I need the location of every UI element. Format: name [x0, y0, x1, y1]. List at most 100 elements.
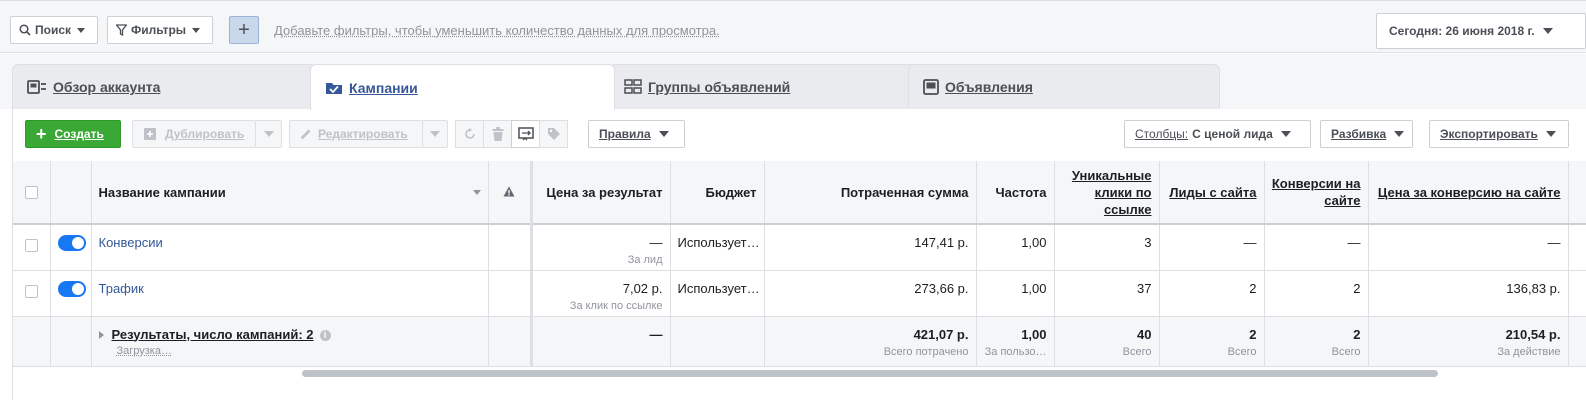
row-checkbox[interactable] — [24, 239, 38, 252]
totals-site-conversions-cell: 2 Всего — [1264, 316, 1369, 367]
totals-site-leads-cell: 2 Всего — [1159, 316, 1265, 367]
row-checkbox[interactable] — [24, 284, 38, 298]
totals-amount-spent-cell: 421,07 р. Всего потрачено — [764, 316, 977, 367]
unique-clicks-header[interactable]: Уникальные клики по ссылке — [1054, 161, 1160, 225]
actions-toolbar: + Создать Дублировать Редактировать Прав… — [12, 109, 1586, 161]
chevron-down-icon — [192, 27, 201, 33]
breakdown-button[interactable]: Разбивка — [1320, 120, 1413, 148]
table-row[interactable]: Конверсии — За лид Использует… 147,41 р.… — [13, 224, 1586, 271]
totals-unique-clicks-sub: Всего — [1122, 345, 1152, 358]
columns-button[interactable]: Столбцы: С ценой лида — [1124, 120, 1311, 148]
quick-actions-group — [455, 120, 568, 148]
campaign-name-link[interactable]: Трафик — [99, 281, 144, 296]
cost-per-result-header[interactable]: Цена за результат — [529, 161, 671, 225]
table-row[interactable]: Трафик 7,02 р. За клик по ссылке Использ… — [13, 270, 1586, 317]
chevron-down-icon — [1394, 131, 1405, 137]
rules-button[interactable]: Правила — [588, 120, 685, 148]
amount-spent-cell: 147,41 р. — [764, 224, 977, 271]
campaign-toggle[interactable] — [57, 235, 86, 251]
campaigns-table: Название кампании Цена за результат Бюдж… — [12, 161, 1586, 368]
account-overview-icon — [27, 80, 46, 94]
select-all-checkbox[interactable] — [24, 185, 38, 199]
totals-frequency-value: 1,00 — [1021, 326, 1047, 342]
edit-dropdown[interactable] — [422, 120, 448, 148]
cost-per-result-cell: 7,02 р. За клик по ссылке — [529, 270, 671, 317]
chevron-down-icon — [1542, 28, 1553, 34]
delivery-cell — [488, 224, 532, 271]
site-leads-header[interactable]: Лиды с сайта — [1159, 161, 1265, 225]
ab-test-button[interactable] — [511, 120, 540, 148]
totals-site-conversions-value: 2 — [1353, 326, 1361, 342]
filters-label: Фильтры — [131, 23, 187, 37]
duplicate-dropdown[interactable] — [255, 120, 282, 148]
frequency-header[interactable]: Частота — [976, 161, 1055, 225]
totals-site-leads-value: 2 — [1249, 326, 1257, 342]
table-left-border — [12, 368, 13, 400]
level-tabs: Обзор аккаунта Кампании Группы объявлени… — [0, 54, 1586, 110]
site-conversions-header[interactable]: Конверсии на сайте — [1264, 161, 1369, 225]
budget-header[interactable]: Бюджет — [670, 161, 765, 225]
campaign-name-cell: Трафик — [91, 270, 489, 317]
edit-button[interactable]: Редактировать — [289, 120, 423, 148]
totals-delivery-cell — [488, 316, 532, 367]
columns-prefix: Столбцы: — [1135, 127, 1189, 141]
tab-ad-sets[interactable]: Группы объявлений — [609, 64, 919, 109]
header-label: Уникальные клики по ссылке — [1071, 167, 1152, 217]
campaign-name-header[interactable]: Название кампании — [91, 161, 489, 225]
trash-icon — [492, 127, 503, 141]
plus-icon: + — [36, 124, 47, 144]
filters-button[interactable]: Фильтры — [107, 16, 213, 44]
totals-row: Результаты, число кампаний: 2 i Загрузка…… — [13, 316, 1586, 367]
tab-ads[interactable]: Объявления — [908, 64, 1220, 109]
filter-hint[interactable]: Добавьте фильтры, чтобы уменьшить количе… — [274, 23, 720, 38]
date-range-button[interactable]: Сегодня: 26 июня 2018 г. — [1376, 13, 1586, 49]
campaign-toggle[interactable] — [57, 280, 86, 297]
tag-button[interactable] — [539, 120, 568, 148]
export-button[interactable]: Экспортировать — [1429, 120, 1569, 148]
refresh-button[interactable] — [455, 120, 484, 148]
totals-spent-value: 421,07 р. — [913, 326, 969, 342]
cost-per-result-sub: За клик по ссылке — [569, 299, 663, 312]
totals-frequency-cell: 1,00 За пользо… — [976, 316, 1055, 367]
frequency-cell: 1,00 — [976, 270, 1055, 317]
folder-check-icon — [326, 82, 342, 94]
add-filter-button[interactable]: + — [229, 16, 259, 44]
cost-per-conversion-header[interactable]: Цена за конверсию на сайте — [1368, 161, 1569, 225]
site-leads-cell: — — [1159, 224, 1265, 271]
delete-button[interactable] — [483, 120, 512, 148]
sort-caret-icon[interactable] — [472, 189, 481, 195]
totals-spent-sub: Всего потрачено — [883, 345, 969, 358]
tab-label: Объявления — [945, 79, 1033, 95]
rules-label: Правила — [599, 127, 651, 141]
create-button[interactable]: + Создать — [25, 120, 121, 148]
campaign-name-link[interactable]: Конверсии — [99, 235, 163, 250]
extra-column-header — [1568, 161, 1586, 225]
date-range-label: Сегодня: 26 июня 2018 г. — [1389, 24, 1535, 38]
horizontal-scrollbar[interactable] — [302, 370, 1438, 377]
duplicate-button[interactable]: Дублировать — [132, 120, 256, 148]
delivery-warning-header[interactable] — [488, 161, 532, 225]
frequency-cell: 1,00 — [976, 224, 1055, 271]
totals-frequency-sub: За пользо… — [984, 345, 1047, 358]
chevron-down-icon — [430, 131, 440, 137]
expand-triangle-icon[interactable] — [98, 331, 104, 340]
totals-toggle-cell — [50, 316, 92, 367]
filter-bar: Поиск Фильтры + Добавьте фильтры, чтобы … — [0, 0, 1586, 53]
amount-spent-header[interactable]: Потраченная сумма — [764, 161, 977, 225]
tab-campaigns[interactable]: Кампании — [310, 64, 615, 110]
budget-cell: Использует… — [670, 224, 765, 271]
search-button[interactable]: Поиск — [10, 16, 98, 44]
site-conversions-cell: — — [1264, 224, 1369, 271]
totals-unique-clicks-value: 40 — [1137, 326, 1152, 342]
ab-test-icon — [517, 127, 534, 141]
toggle-header — [50, 161, 92, 225]
info-icon[interactable]: i — [319, 329, 331, 341]
extra-cell — [1568, 224, 1586, 271]
cost-per-result-value: — — [649, 235, 663, 250]
toggle-cell — [50, 270, 92, 317]
row-select-cell — [13, 270, 51, 317]
totals-site-leads-sub: Всего — [1227, 345, 1257, 358]
totals-title[interactable]: Результаты, число кампаний: 2 — [112, 327, 314, 342]
refresh-icon — [464, 128, 475, 139]
tab-account-overview[interactable]: Обзор аккаунта — [12, 64, 316, 109]
